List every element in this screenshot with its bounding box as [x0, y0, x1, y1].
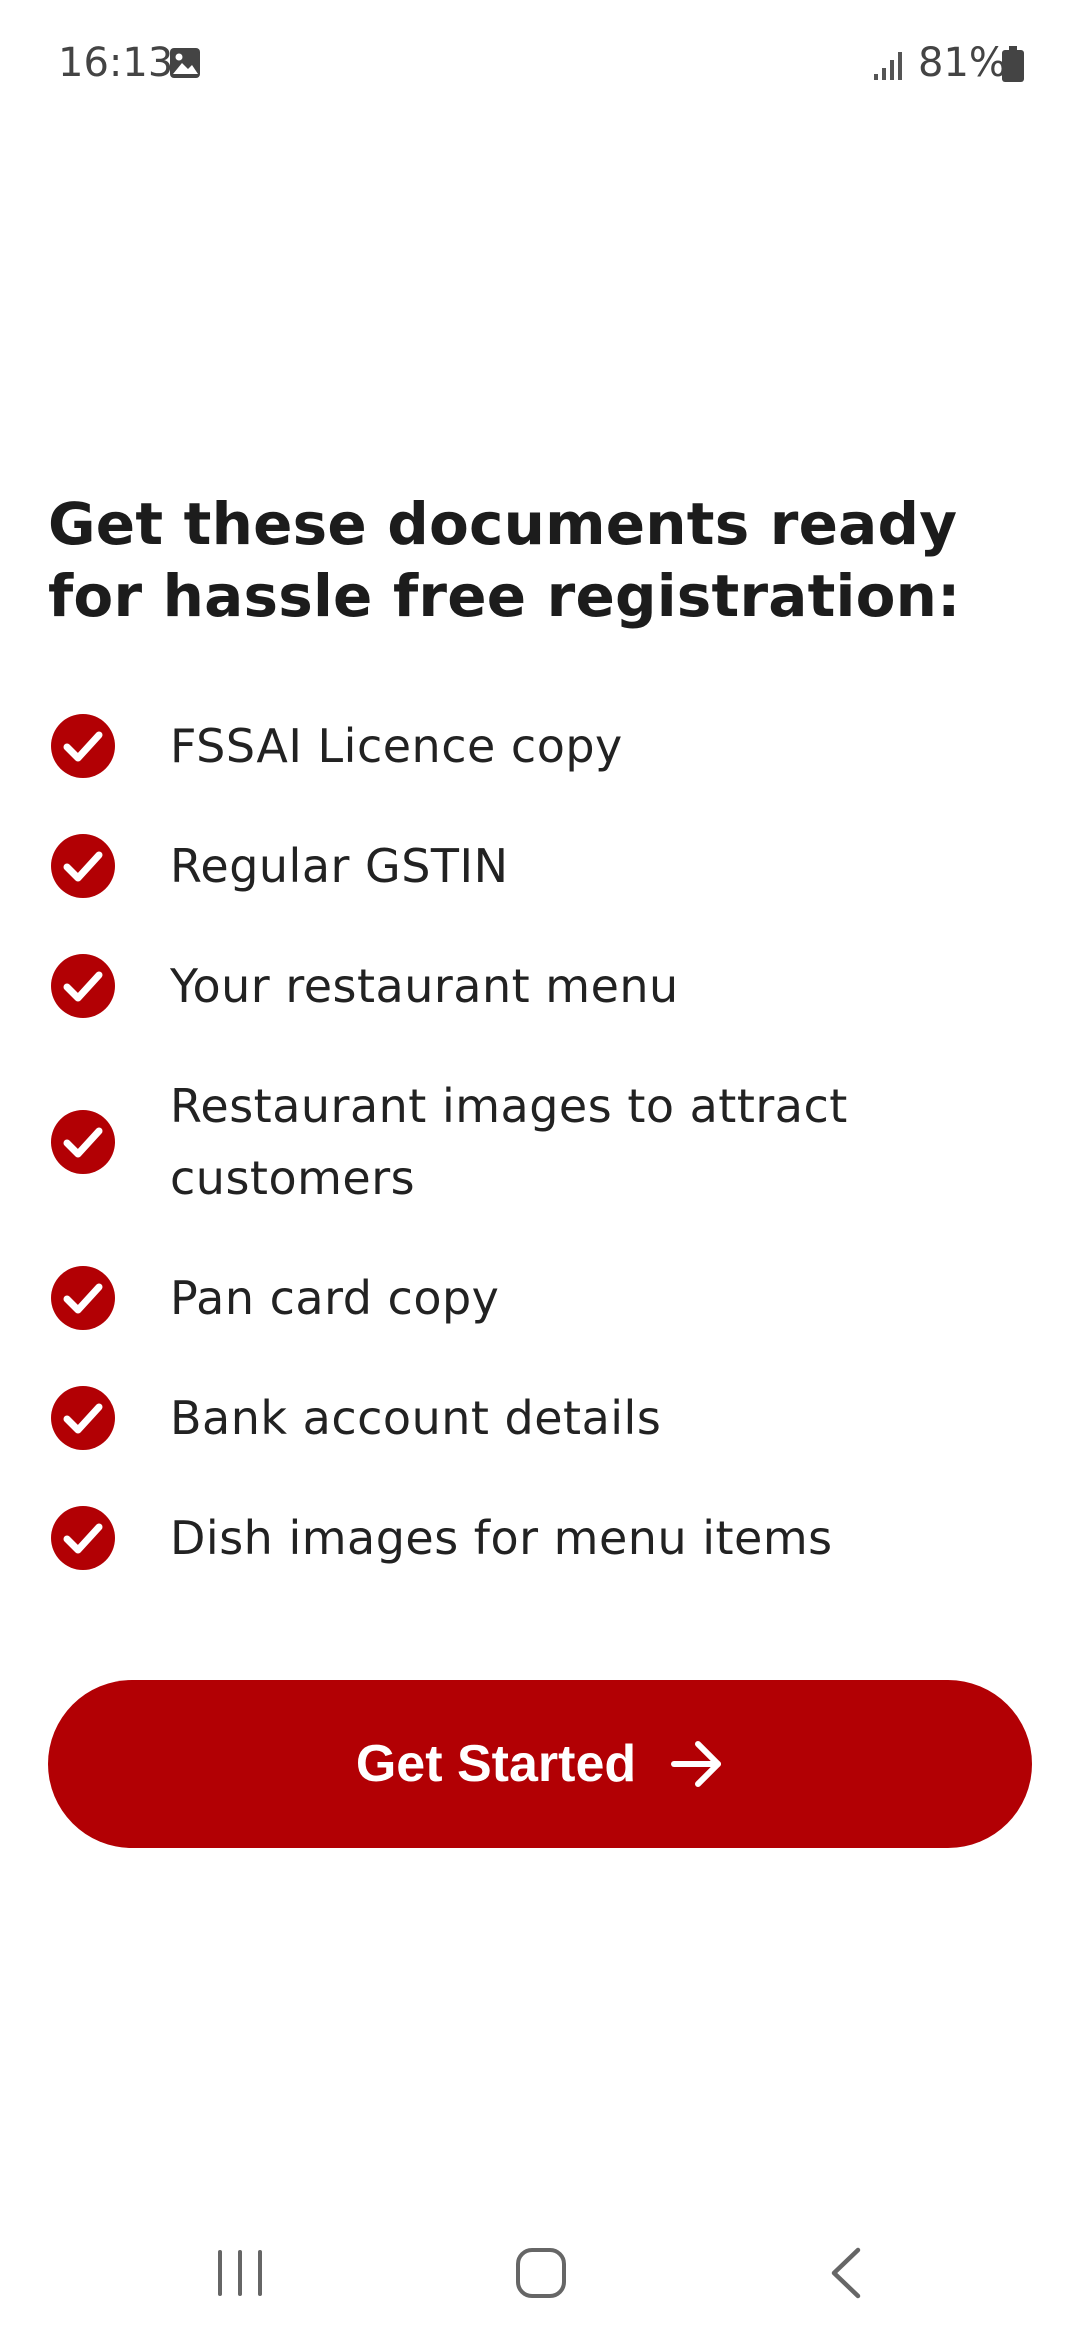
get-started-label: Get Started	[355, 1735, 637, 1793]
back-icon[interactable]	[826, 2244, 864, 2302]
document-label: Bank account details	[170, 1391, 662, 1445]
list-item: Your restaurant menu	[50, 950, 1030, 1022]
get-started-button[interactable]: Get Started	[48, 1680, 1032, 1848]
list-item: Bank account details	[50, 1382, 1030, 1454]
list-item: Restaurant images to attract customers	[50, 1070, 1030, 1214]
list-item: Regular GSTIN	[50, 830, 1030, 902]
document-label: Your restaurant menu	[170, 959, 679, 1013]
status-bar: 16:13 81%	[0, 0, 1080, 130]
document-label: Restaurant images to attract customers	[170, 1079, 848, 1205]
document-label: Regular GSTIN	[170, 839, 509, 893]
status-time: 16:13	[58, 40, 174, 86]
check-circle-icon	[51, 1266, 115, 1330]
check-circle-icon	[51, 1506, 115, 1570]
page-title: Get these documents ready for hassle fre…	[48, 490, 961, 630]
document-label: FSSAI Licence copy	[170, 719, 623, 773]
home-icon[interactable]	[514, 2246, 568, 2300]
document-label: Pan card copy	[170, 1271, 500, 1325]
battery-percentage: 81%	[918, 40, 1007, 86]
check-circle-icon	[51, 834, 115, 898]
check-circle-icon	[51, 954, 115, 1018]
check-circle-icon	[51, 714, 115, 778]
check-circle-icon	[51, 1110, 115, 1174]
signal-icon	[874, 52, 902, 80]
list-item: Dish images for menu items	[50, 1502, 1030, 1574]
gallery-icon	[170, 48, 200, 78]
arrow-right-icon	[671, 1741, 722, 1787]
list-item: FSSAI Licence copy	[50, 710, 1030, 782]
document-label: Dish images for menu items	[170, 1511, 833, 1565]
list-item: Pan card copy	[50, 1262, 1030, 1334]
battery-icon	[1002, 46, 1024, 82]
system-navigation-bar	[0, 2220, 1080, 2340]
recents-icon[interactable]	[212, 2248, 268, 2298]
check-circle-icon	[51, 1386, 115, 1450]
